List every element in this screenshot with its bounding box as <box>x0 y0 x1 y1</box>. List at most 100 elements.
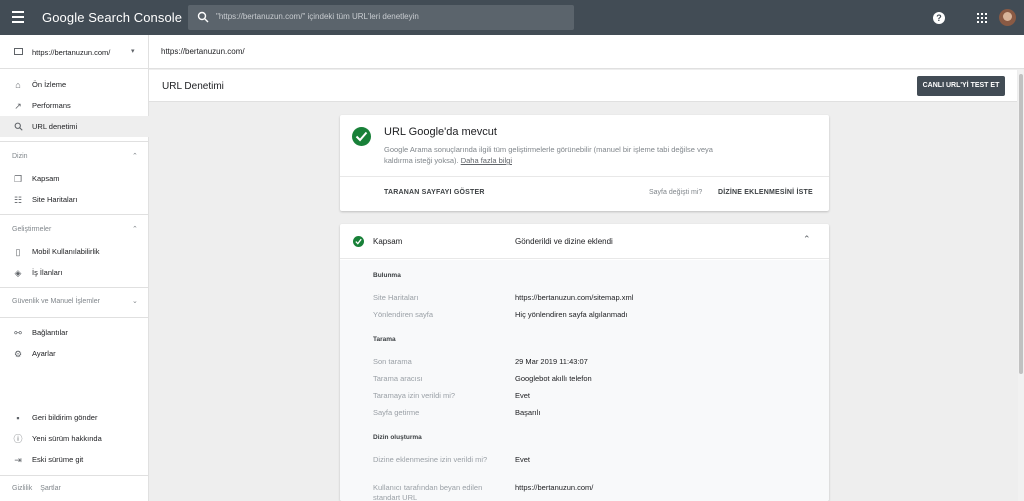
page-changed-label: Sayfa değişti mi? <box>649 189 703 196</box>
info-icon: ⓘ <box>13 434 23 444</box>
detail-label: Sayfa getirme <box>373 408 420 417</box>
sidebar-item-label: Eski sürüme git <box>32 455 84 464</box>
detail-label: Site Haritaları <box>373 293 419 302</box>
sidebar-item-label: Performans <box>32 101 71 110</box>
search-icon <box>13 122 23 132</box>
detail-value: Googlebot akıllı telefon <box>515 374 592 383</box>
detail-label: Kullanıcı tarafından beyan edilen standa… <box>373 483 483 501</box>
request-indexing-button[interactable]: DİZİNE EKLENMESİNİ İSTE <box>718 189 813 196</box>
detail-label: Dizine eklenmesine izin verildi mi? <box>373 455 488 464</box>
gear-icon: ⚙ <box>13 349 23 359</box>
section-title-index[interactable]: Dizin <box>12 153 28 160</box>
exit-icon: ⇥ <box>14 455 22 465</box>
section-title-security[interactable]: Güvenlik ve Manuel İşlemler <box>12 298 100 305</box>
status-title: URL Google'da mevcut <box>384 126 497 138</box>
inspected-url-bar: https://bertanuzun.com/ <box>149 35 1024 69</box>
sidebar-item-label: Ayarlar <box>32 349 56 358</box>
coverage-card: Kapsam Gönderildi ve dizine eklendi ⌃ Bu… <box>340 224 829 501</box>
search-input[interactable]: "https://bertanuzun.com/" içindeki tüm U… <box>188 5 574 30</box>
sidebar: https://bertanuzun.com/ ▾ ⌂ Ön İzleme ↗ … <box>0 35 149 501</box>
detail-label: Taramaya izin verildi mi? <box>373 391 456 400</box>
sidebar-item-performance[interactable]: ↗ Performans <box>0 95 149 116</box>
trend-icon: ↗ <box>14 101 22 111</box>
layers-icon: ◈ <box>14 268 22 278</box>
detail-value: Evet <box>515 455 531 464</box>
property-selector[interactable]: https://bertanuzun.com/ ▾ <box>0 35 149 69</box>
sidebar-item-old-version[interactable]: ⇥ Eski sürüme git <box>0 449 149 470</box>
sidebar-item-url-inspection[interactable]: URL denetimi <box>0 116 149 137</box>
scrollbar-thumb[interactable] <box>1019 74 1023 374</box>
terms-link[interactable]: Şartlar <box>40 485 61 492</box>
feedback-icon: ▪ <box>16 413 20 423</box>
property-icon <box>14 48 23 55</box>
detail-value: https://bertanuzun.com/sitemap.xml <box>515 293 634 302</box>
sitemap-icon: ☷ <box>13 195 23 205</box>
sidebar-item-sitemaps[interactable]: ☷ Site Haritaları <box>0 189 149 210</box>
detail-label: Son tarama <box>373 357 412 366</box>
apps-icon[interactable] <box>977 13 987 23</box>
status-card: URL Google'da mevcut Google Arama sonuçl… <box>340 115 829 211</box>
coverage-header[interactable]: Kapsam Gönderildi ve dizine eklendi ⌃ <box>340 224 829 259</box>
top-bar: Google Search Console "https://bertanuzu… <box>0 0 1024 35</box>
sidebar-item-job-postings[interactable]: ◈ İş İlanları <box>0 262 149 283</box>
divider <box>0 287 149 288</box>
coverage-details: Bulunma Site Haritaları https://bertanuz… <box>340 260 829 501</box>
sidebar-item-settings[interactable]: ⚙ Ayarlar <box>0 343 149 364</box>
status-description: Google Arama sonuçlarında ilgili tüm gel… <box>384 144 714 166</box>
detail-value: Hiç yönlendiren sayfa algılanmadı <box>515 310 628 319</box>
view-crawled-page-button[interactable]: TARANAN SAYFAYI GÖSTER <box>384 189 485 196</box>
chevron-up-icon[interactable]: ⌃ <box>803 234 811 245</box>
section-title-enhancements[interactable]: Geliştirmeler <box>12 226 51 233</box>
sidebar-item-label: Yeni sürüm hakkında <box>32 434 102 443</box>
sidebar-item-label: Ön İzleme <box>32 80 67 89</box>
inspected-url[interactable]: https://bertanuzun.com/ <box>161 47 245 56</box>
test-live-url-button[interactable]: CANLI URL'Yİ TEST ET <box>917 76 1005 96</box>
sidebar-item-feedback[interactable]: ▪ Geri bildirim gönder <box>0 407 149 428</box>
help-icon[interactable]: ? <box>933 12 945 24</box>
app-title[interactable]: Google Search Console <box>42 10 182 25</box>
divider <box>0 141 149 142</box>
menu-icon[interactable] <box>12 11 24 23</box>
divider <box>0 214 149 215</box>
scrollbar[interactable] <box>1018 70 1024 501</box>
sidebar-item-label: Mobil Kullanılabilirlik <box>32 247 100 256</box>
section-crawl: Tarama <box>373 336 396 343</box>
sidebar-item-mobile-usability[interactable]: ▯ Mobil Kullanılabilirlik <box>0 241 149 262</box>
learn-more-link[interactable]: Daha fazla bilgi <box>461 156 512 165</box>
sidebar-item-label: Site Haritaları <box>32 195 78 204</box>
coverage-title: Kapsam <box>373 237 403 246</box>
detail-value: https://bertanuzun.com/ <box>515 483 594 492</box>
sidebar-item-links[interactable]: ⚯ Bağlantılar <box>0 322 149 343</box>
page-title: URL Denetimi <box>162 81 224 92</box>
status-description-text: Google Arama sonuçlarında ilgili tüm gel… <box>384 145 713 165</box>
divider <box>340 176 829 177</box>
check-circle-icon <box>353 236 364 247</box>
detail-label: Yönlendiren sayfa <box>373 310 434 319</box>
footer-links: Gizlilik Şartlar <box>12 485 67 492</box>
sidebar-item-label: URL denetimi <box>32 122 78 131</box>
sidebar-item-overview[interactable]: ⌂ Ön İzleme <box>0 74 149 95</box>
chevron-up-icon[interactable]: ⌃ <box>132 152 138 160</box>
section-discovery: Bulunma <box>373 272 401 279</box>
chevron-down-icon[interactable]: ⌄ <box>132 297 138 305</box>
copy-icon: ❐ <box>13 174 23 184</box>
chevron-up-icon[interactable]: ⌃ <box>132 225 138 233</box>
search-icon <box>197 11 209 23</box>
divider <box>0 475 149 476</box>
detail-label: Tarama aracısı <box>373 374 423 383</box>
avatar[interactable] <box>999 9 1016 26</box>
detail-value: Evet <box>515 391 531 400</box>
chevron-down-icon: ▾ <box>131 48 135 55</box>
detail-value: Başarılı <box>515 408 541 417</box>
links-icon: ⚯ <box>14 328 22 338</box>
search-placeholder: "https://bertanuzun.com/" içindeki tüm U… <box>216 12 419 21</box>
coverage-status: Gönderildi ve dizine eklendi <box>515 237 613 246</box>
sidebar-item-coverage[interactable]: ❐ Kapsam <box>0 168 149 189</box>
property-label: https://bertanuzun.com/ <box>32 48 111 57</box>
sidebar-item-label: İş İlanları <box>32 268 63 277</box>
sidebar-item-whats-new[interactable]: ⓘ Yeni sürüm hakkında <box>0 428 149 449</box>
page-header: URL Denetimi CANLI URL'Yİ TEST ET <box>149 70 1017 102</box>
sidebar-item-label: Kapsam <box>32 174 60 183</box>
privacy-link[interactable]: Gizlilik <box>12 485 32 492</box>
section-indexing: Dizin oluşturma <box>373 434 422 441</box>
